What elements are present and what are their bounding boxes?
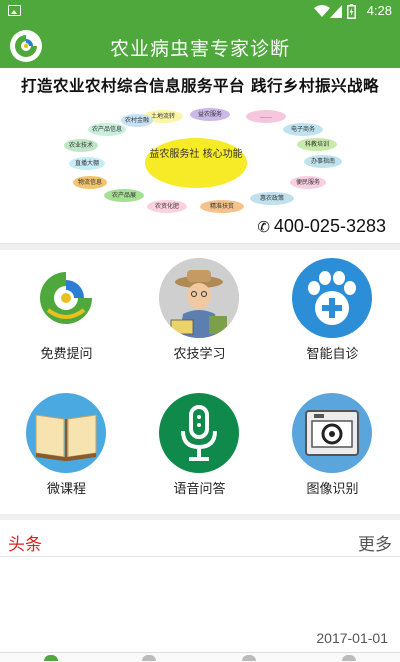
- service-pill: 便民服务: [290, 176, 326, 189]
- feature-image-recognition[interactable]: 图像识别: [266, 385, 399, 515]
- more-link[interactable]: 更多: [358, 530, 392, 555]
- divider: [0, 556, 400, 557]
- banner-slogan: 打造农业农村综合信息服务平台 践行乡村振兴战略: [21, 77, 379, 95]
- feature-label: 图像识别: [306, 482, 359, 497]
- service-pill: 农产品信息: [88, 123, 126, 136]
- service-pill: 农产品展: [104, 189, 144, 202]
- app-logo-icon: [26, 258, 106, 338]
- feature-label: 农技学习: [173, 347, 226, 362]
- promo-banner[interactable]: 打造农业农村综合信息服务平台 践行乡村振兴战略 土地流转 益农服务…… 电子商务 科教…: [0, 68, 400, 244]
- service-pill: 益农服务: [190, 108, 230, 121]
- farmer-illustration-icon: [159, 258, 239, 338]
- feature-grid: 免费提问 农技学习 智能自诊 微课程 语音问答 图像识别: [0, 250, 400, 515]
- feature-micro-course[interactable]: 微课程: [0, 385, 133, 515]
- service-pill: 办事指南: [304, 155, 342, 168]
- phone-icon: ✆: [257, 219, 270, 236]
- paw-plus-icon: [292, 258, 372, 338]
- status-bar: 4:28: [0, 0, 400, 24]
- feature-label: 智能自诊: [306, 347, 359, 362]
- service-pill: 直播大棚: [69, 157, 105, 170]
- hotline-text: 400-025-3283: [273, 216, 386, 236]
- clock: 4:28: [366, 3, 392, 18]
- service-pill: 电子商务: [283, 123, 323, 136]
- microphone-icon: [159, 393, 239, 473]
- headline-title: 头条: [8, 535, 42, 555]
- open-book-icon: [26, 393, 106, 473]
- feature-free-question[interactable]: 免费提问: [0, 250, 133, 380]
- service-pill: 农村金融: [121, 114, 153, 127]
- feature-label: 微课程: [46, 482, 86, 497]
- tab-home-icon[interactable]: [44, 655, 58, 661]
- service-pill: 物流信息: [73, 176, 107, 189]
- page-title: 农业病虫害专家诊断: [109, 38, 290, 60]
- camera-icon: [292, 393, 372, 473]
- section-divider: [0, 514, 400, 520]
- service-pill: 惠农政策: [250, 192, 294, 205]
- tab-third-icon[interactable]: [242, 655, 256, 661]
- signal-icon: [330, 5, 342, 18]
- service-pill: 精准扶贫: [200, 200, 244, 213]
- tab-second-icon[interactable]: [142, 655, 156, 661]
- feature-farming-study[interactable]: 农技学习: [133, 250, 266, 380]
- app-bar: 农业病虫害专家诊断: [0, 24, 400, 68]
- battery-icon: [347, 4, 356, 19]
- tab-fourth-icon[interactable]: [342, 655, 356, 661]
- core-function-bubble: 益农服务社 核心功能: [145, 138, 247, 188]
- service-pill: 科教培训: [297, 138, 337, 151]
- feature-voice-qa[interactable]: 语音问答: [133, 385, 266, 515]
- feature-label: 免费提问: [40, 347, 93, 362]
- gallery-notification-icon: [8, 5, 21, 16]
- feature-label: 语音问答: [173, 482, 226, 497]
- service-pill: 农业技术: [64, 139, 98, 152]
- feature-smart-diagnosis[interactable]: 智能自诊: [266, 250, 399, 380]
- wifi-icon: [314, 5, 330, 17]
- service-pill: ……: [246, 110, 286, 123]
- news-date: 2017-01-01: [316, 630, 388, 646]
- service-pill: 农资化肥: [147, 200, 187, 213]
- hotline-number[interactable]: ✆ 400-025-3283: [257, 216, 386, 237]
